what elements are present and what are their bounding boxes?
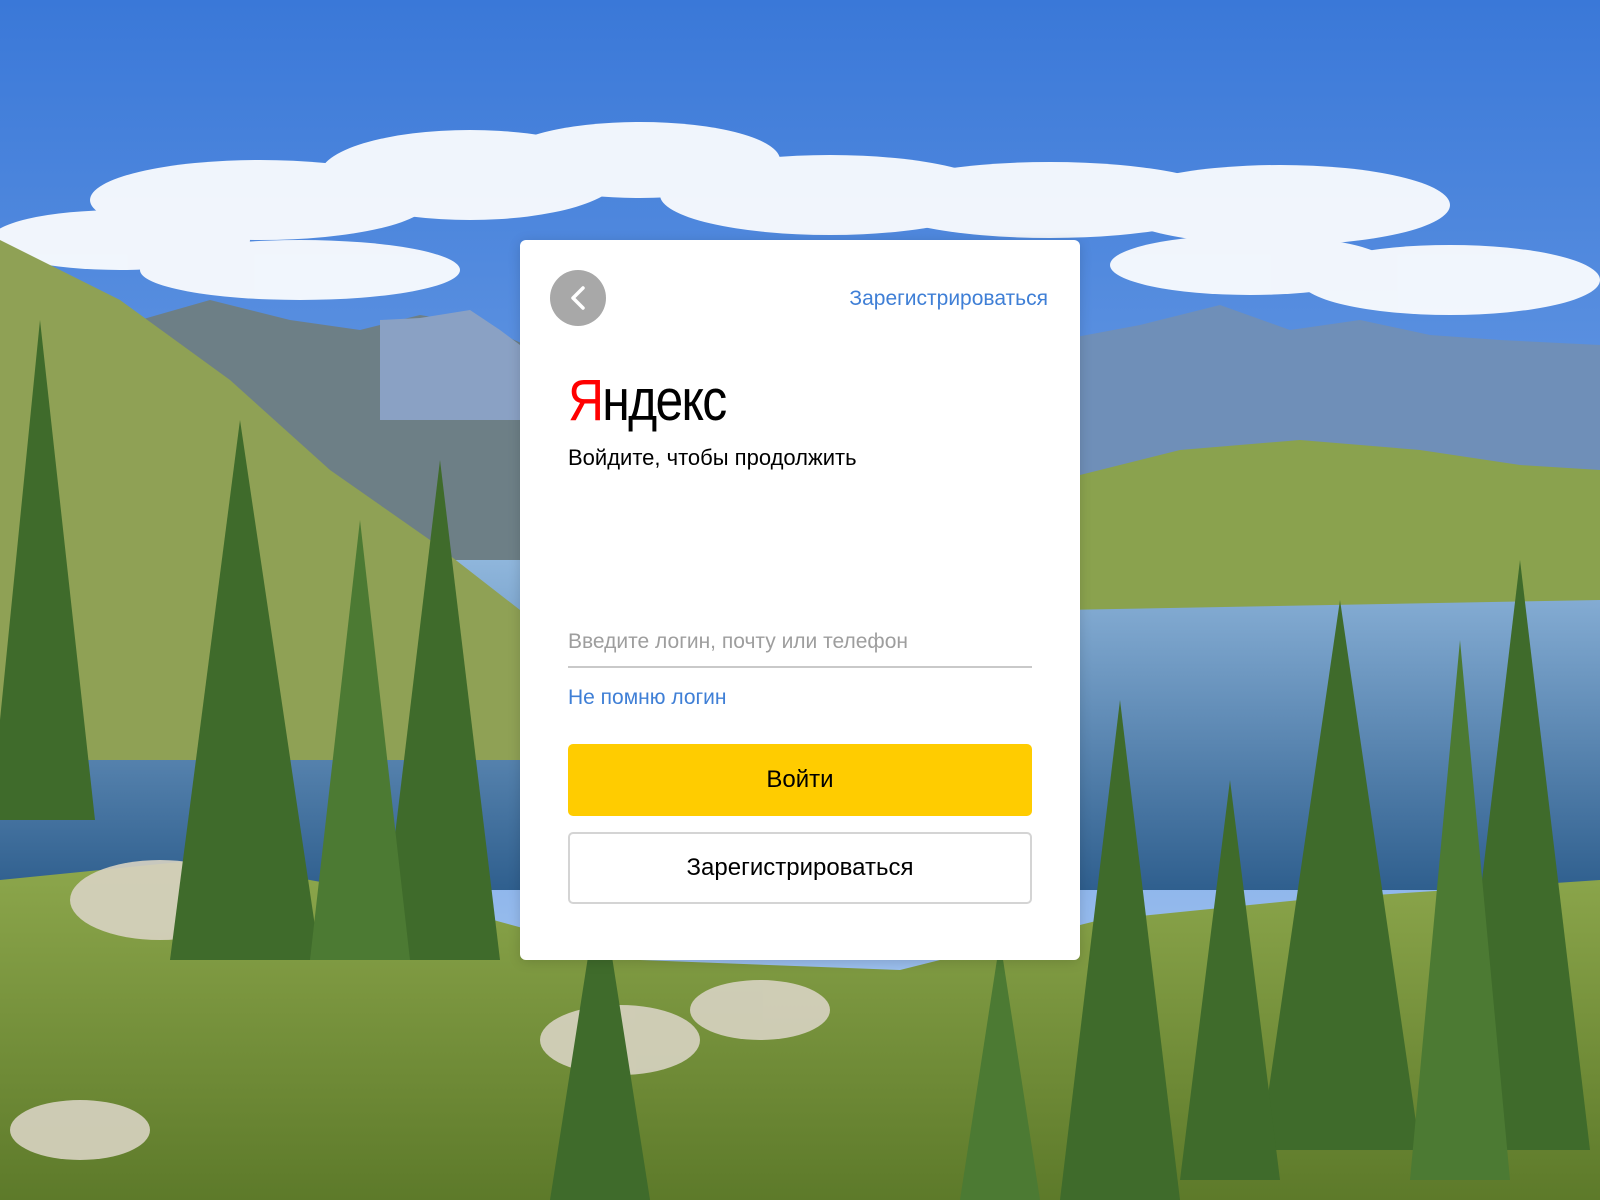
register-button[interactable]: Зарегистрироваться bbox=[568, 832, 1032, 904]
back-button[interactable] bbox=[550, 270, 606, 326]
login-input[interactable] bbox=[568, 618, 1032, 668]
page: Зарегистрироваться Яндекс Войдите, чтобы… bbox=[0, 0, 1600, 1200]
forgot-login-link[interactable]: Не помню логин bbox=[568, 686, 727, 710]
login-card: Зарегистрироваться Яндекс Войдите, чтобы… bbox=[520, 240, 1080, 960]
login-button[interactable]: Войти bbox=[568, 744, 1032, 816]
logo-first-letter: Я bbox=[568, 368, 604, 433]
page-subtitle: Войдите, чтобы продолжить bbox=[568, 445, 857, 470]
yandex-logo: Яндекс bbox=[568, 372, 727, 430]
chevron-left-icon bbox=[571, 286, 585, 310]
register-link[interactable]: Зарегистрироваться bbox=[849, 287, 1048, 311]
logo-rest: ндекс bbox=[602, 368, 727, 433]
